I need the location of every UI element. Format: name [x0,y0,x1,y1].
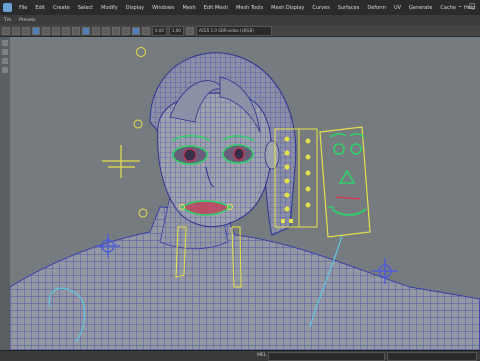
mel-label: MEL [257,353,267,358]
look-at-control[interactable] [102,145,140,178]
menu-bar: File Edit Create Select Modify Display W… [0,0,480,15]
menu-deform[interactable]: Deform [363,5,390,11]
wireframe-icon[interactable] [72,26,80,35]
face-panel-right[interactable] [319,126,371,238]
menu-mesh-tools[interactable]: Mesh Tools [232,5,267,11]
colorspace-dropdown[interactable]: ACES 1.0 SDR-video (sRGB) [195,25,272,36]
maximize-icon[interactable]: □ [469,3,476,10]
jaw-control[interactable] [138,208,148,218]
color-management-icon[interactable] [185,26,194,35]
select-camera-icon[interactable] [2,26,10,35]
menu-surfaces[interactable]: Surfaces [334,5,364,11]
ear-mesh[interactable] [264,140,280,170]
grid-icon[interactable] [42,26,50,35]
menu-modify[interactable]: Modify [97,5,122,11]
move-tool-icon[interactable] [2,49,8,55]
lighting-icon[interactable] [102,26,110,35]
film-gate-icon[interactable] [52,26,60,35]
menu-curves[interactable]: Curves [308,5,333,11]
head-top-control[interactable] [136,47,146,57]
head-side-control[interactable] [133,119,143,129]
xray-icon[interactable] [132,26,140,35]
bookmark-icon[interactable] [22,26,30,35]
shelf-presets[interactable]: Presets [15,18,39,23]
menu-file[interactable]: File [15,5,31,11]
menu-windows[interactable]: Windows [148,5,178,11]
exposure-field[interactable]: 0.00 [152,25,167,36]
menu-generate[interactable]: Generate [405,5,436,11]
lock-camera-icon[interactable] [12,26,20,35]
shelf-label[interactable]: Tm [0,18,15,23]
menu-select[interactable]: Select [74,5,97,11]
menu-cache[interactable]: Cache [436,5,460,11]
status-bar: MEL [0,350,480,361]
menu-display[interactable]: Display [122,5,148,11]
rotate-tool-icon[interactable] [2,58,8,64]
scale-tool-icon[interactable] [2,67,8,73]
image-plane-icon[interactable] [32,26,40,35]
menu-create[interactable]: Create [49,5,74,11]
isolate-icon[interactable] [122,26,130,35]
gamma-field[interactable]: 1.00 [168,25,184,36]
left-toolbox [0,37,10,350]
menu-edit-mesh[interactable]: Edit Mesh [200,5,232,11]
menu-edit[interactable]: Edit [31,5,49,11]
menu-uv[interactable]: UV [390,5,405,11]
smooth-shade-icon[interactable] [82,26,90,35]
minimize-icon[interactable]: – [458,3,465,10]
select-tool-icon[interactable] [2,40,8,46]
menu-mesh[interactable]: Mesh [178,5,199,11]
xray-joints-icon[interactable] [142,26,150,35]
textured-icon[interactable] [92,26,100,35]
menu-mesh-display[interactable]: Mesh Display [267,5,308,11]
window-controls: – □ [458,3,476,10]
resolution-gate-icon[interactable] [62,26,70,35]
viewport-scene [10,47,480,350]
app-logo-icon [3,3,12,12]
shadows-icon[interactable] [112,26,120,35]
panel-toolbar: 0.00 1.00 ACES 1.0 SDR-video (sRGB) [0,25,480,37]
3d-viewport[interactable] [10,37,480,350]
